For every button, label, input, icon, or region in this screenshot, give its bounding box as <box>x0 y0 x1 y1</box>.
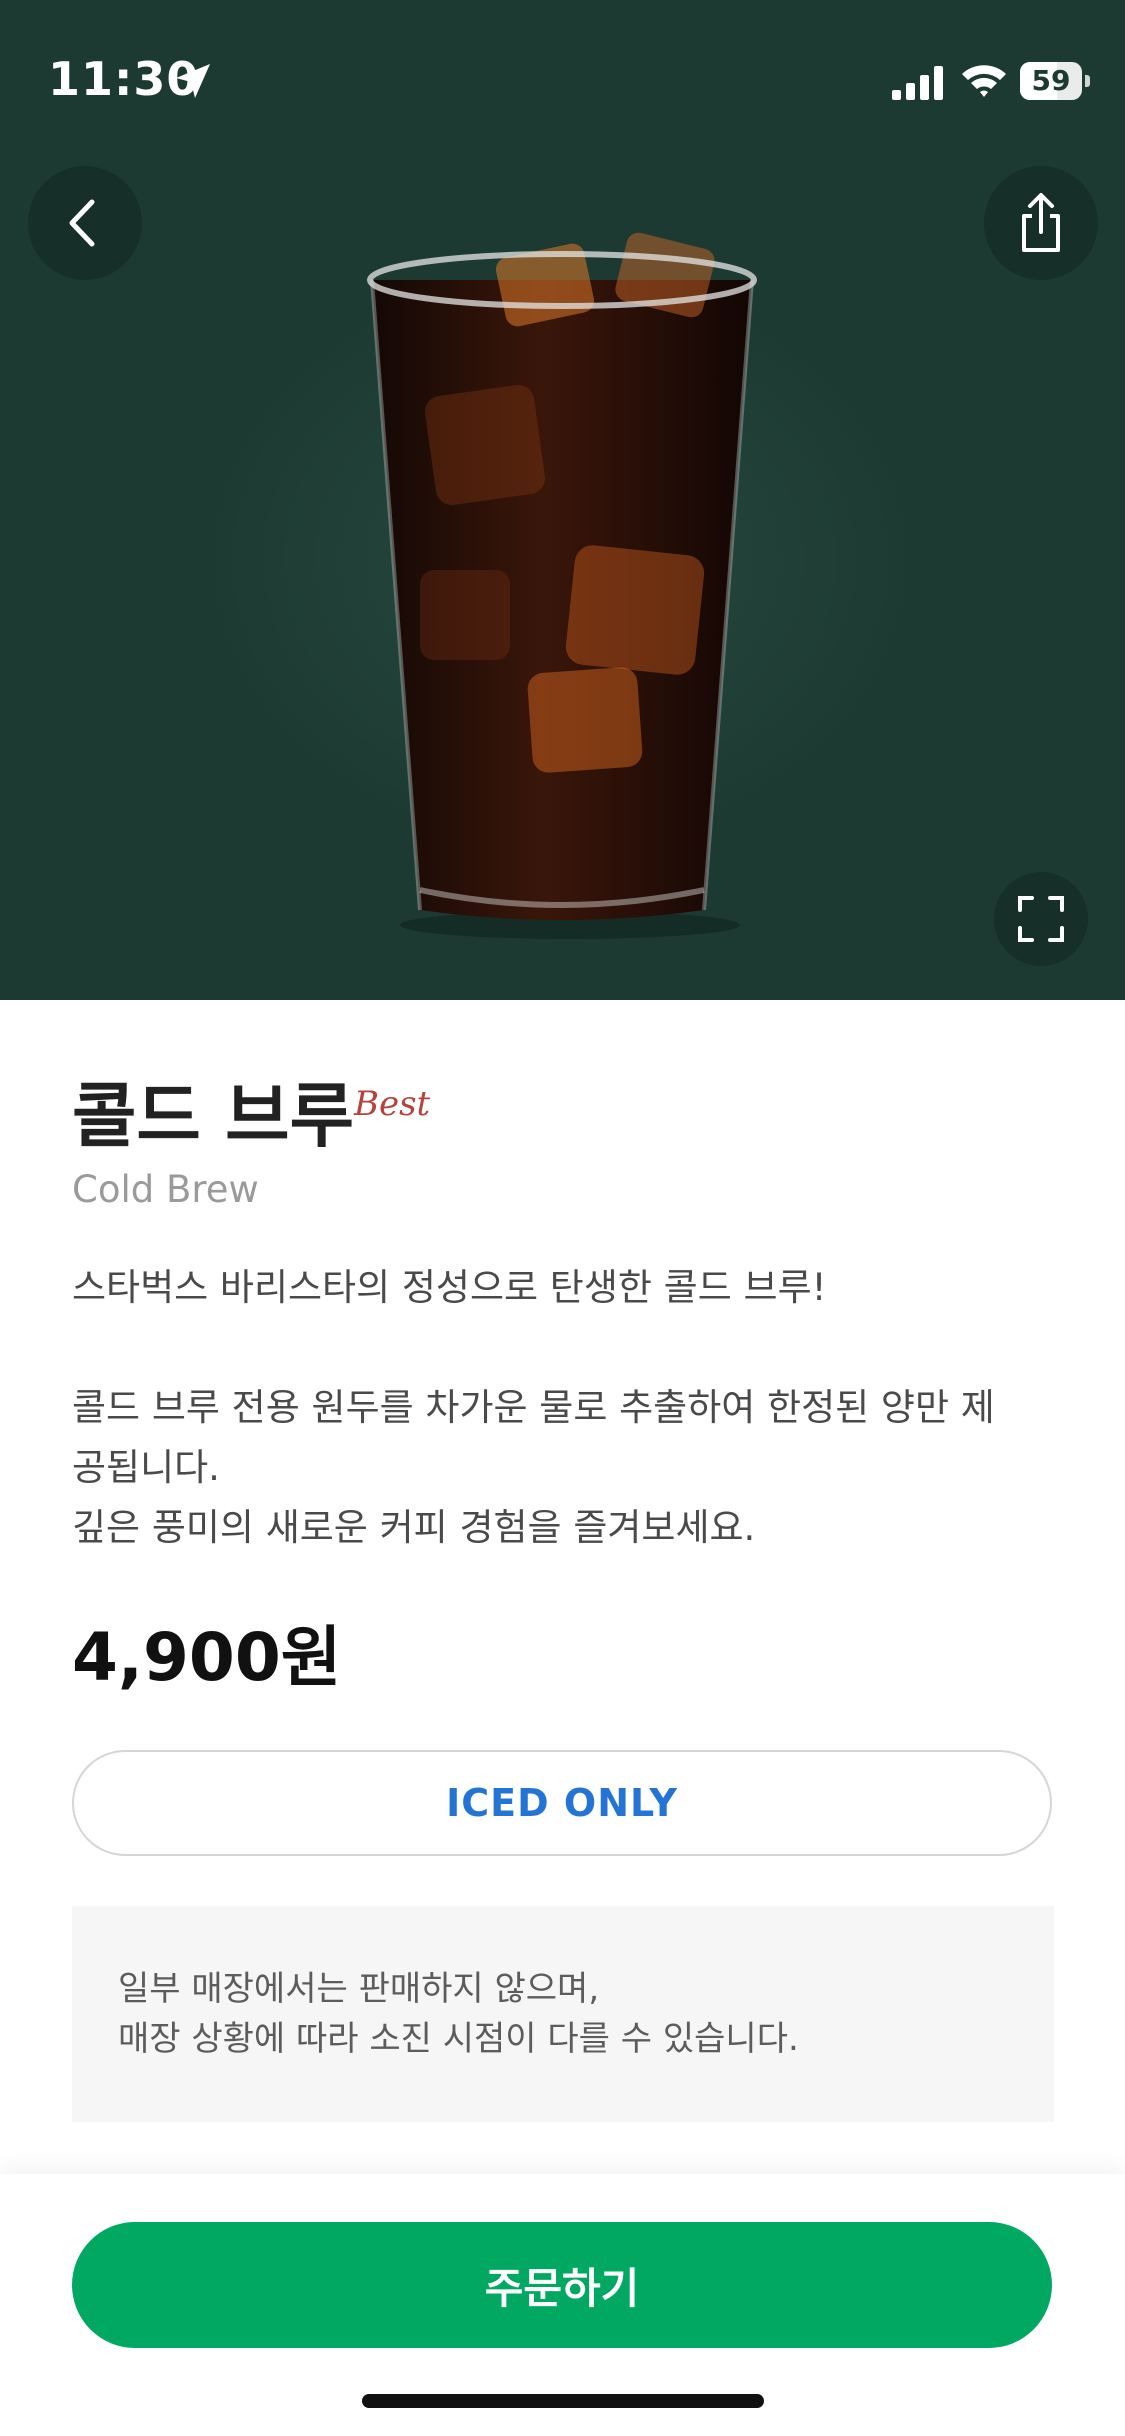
bottom-action-bar: 주문하기 <box>0 2174 1125 2436</box>
product-hero: 11:30 59 <box>0 0 1125 1000</box>
wifi-icon <box>962 65 1006 97</box>
iced-only-option[interactable]: ICED ONLY <box>72 1750 1052 1856</box>
chevron-left-icon <box>69 199 95 247</box>
notice-line: 일부 매장에서는 판매하지 않으며, <box>118 1969 600 2009</box>
battery-icon: 59 <box>1020 62 1092 102</box>
order-button[interactable]: 주문하기 <box>72 2222 1052 2348</box>
battery-level: 59 <box>1031 64 1071 97</box>
description-line: 공됩니다. <box>72 1446 220 1489</box>
sales-notice: 일부 매장에서는 판매하지 않으며, 매장 상황에 따라 소진 시점이 다를 수… <box>72 1906 1054 2122</box>
product-price: 4,900원 <box>72 1619 342 1696</box>
location-arrow-icon <box>176 64 210 98</box>
status-bar: 11:30 59 <box>0 0 1125 140</box>
expand-image-button[interactable] <box>994 872 1088 966</box>
home-indicator <box>362 2394 764 2408</box>
share-icon <box>1022 193 1060 252</box>
description-line: 스타벅스 바리스타의 정성으로 탄생한 콜드 브루! <box>72 1266 827 1309</box>
share-button[interactable] <box>984 166 1098 280</box>
product-english-name: Cold Brew <box>72 1168 259 1211</box>
product-description: 스타벅스 바리스타의 정성으로 탄생한 콜드 브루! 콜드 브루 전용 원두를 … <box>72 1258 1062 1558</box>
description-line: 깊은 풍미의 새로운 커피 경험을 즐겨보세요. <box>72 1506 756 1549</box>
description-line: 콜드 브루 전용 원두를 차가운 물로 추출하여 한정된 양만 제 <box>72 1386 995 1429</box>
cellular-signal-icon <box>892 66 943 100</box>
expand-icon <box>1018 896 1064 942</box>
product-image <box>367 232 757 939</box>
notice-line: 매장 상황에 따라 소진 시점이 다를 수 있습니다. <box>118 2019 799 2059</box>
product-name: 콜드 브루 <box>72 1075 354 1157</box>
best-badge: Best <box>354 1084 431 1124</box>
back-button[interactable] <box>28 166 142 280</box>
